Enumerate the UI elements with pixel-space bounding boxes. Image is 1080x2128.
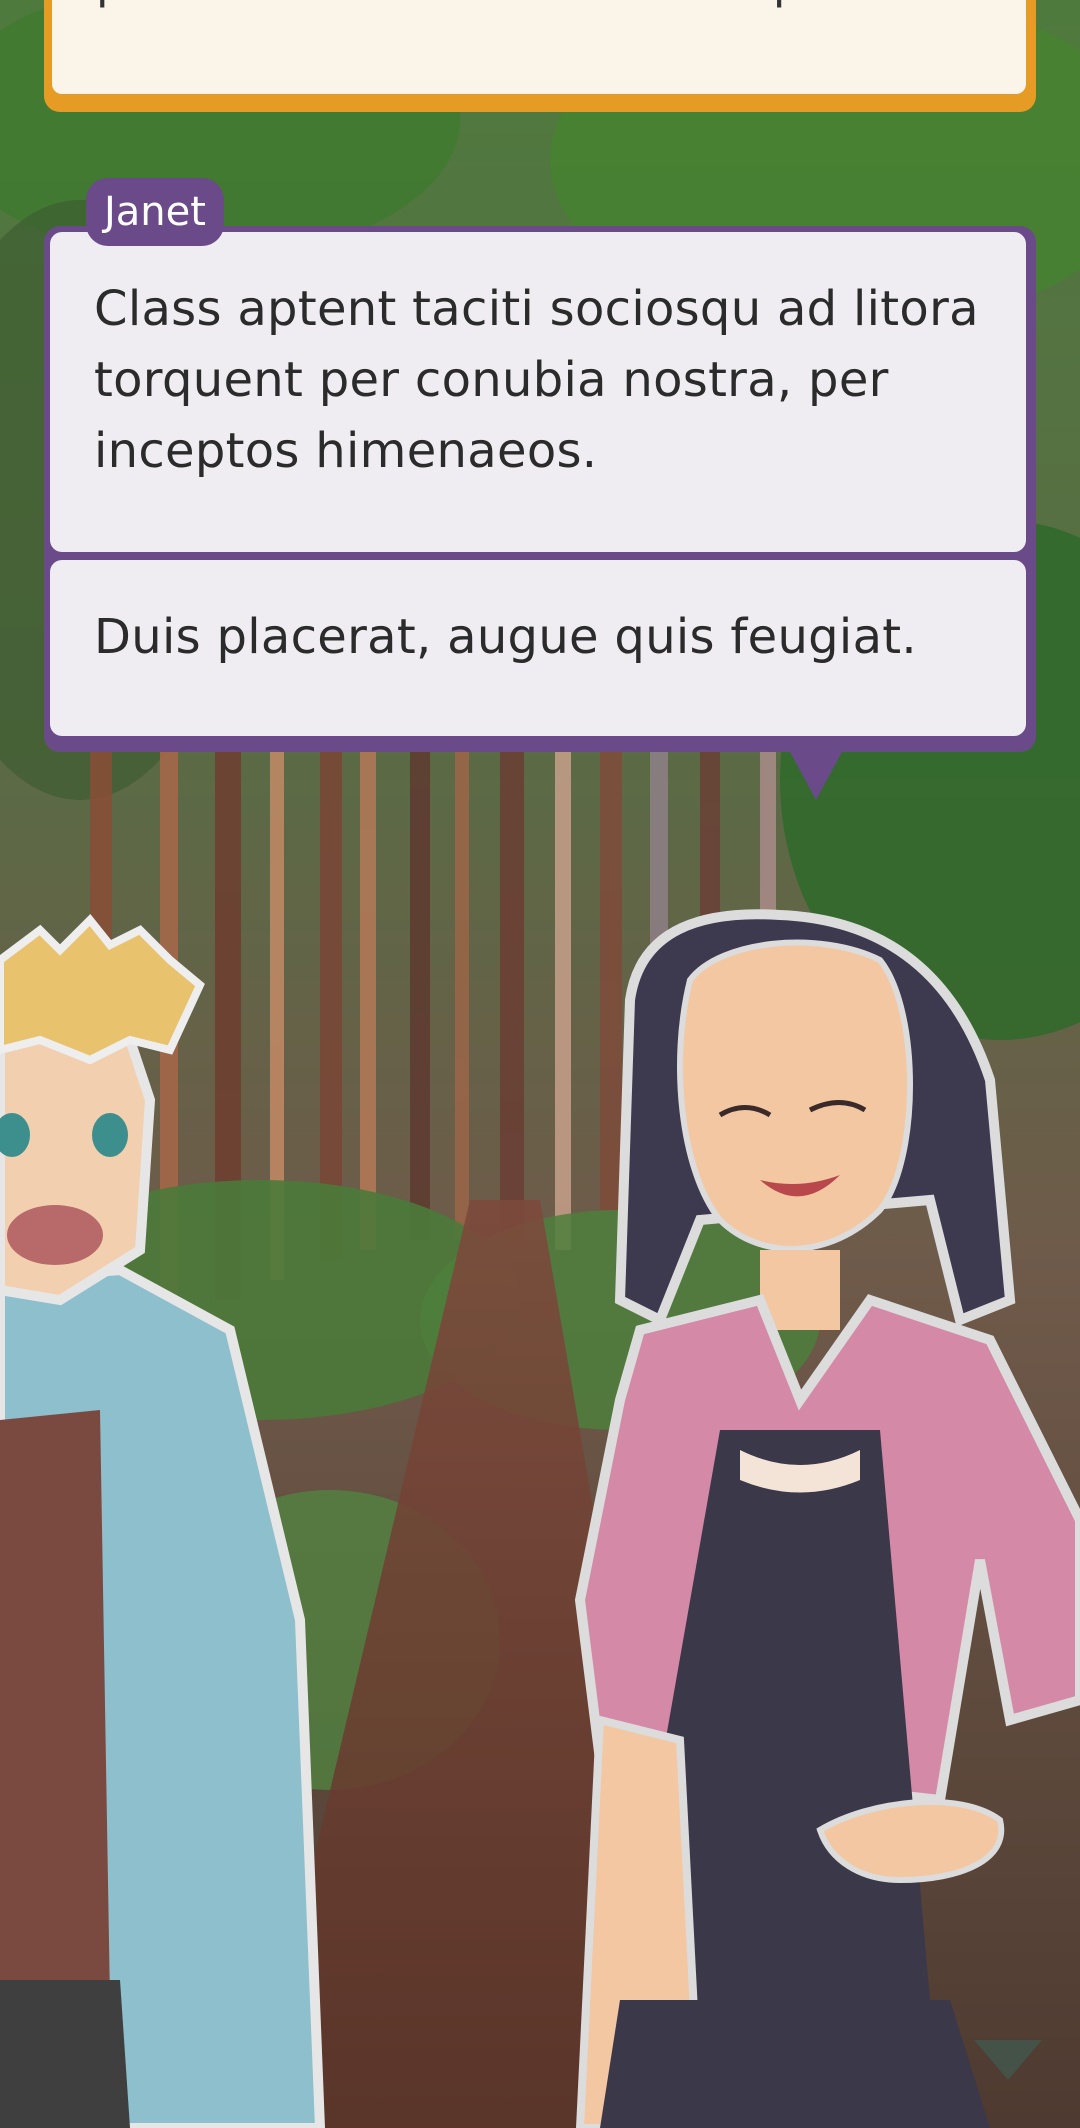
- dialogue-text-line-2: Duis placerat, augue quis feugiat.: [94, 609, 917, 665]
- dialogue-panel: Duis placerat, augue quis feugiat.: [50, 560, 1026, 736]
- dialogue-panel: Class aptent taciti sociosqu ad litora t…: [50, 232, 1026, 552]
- dialogue-text-line-1: Class aptent taciti sociosqu ad litora t…: [94, 281, 979, 479]
- speaker-name-tag: Janet: [86, 178, 224, 246]
- speech-bubble-tail: [790, 752, 842, 800]
- previous-dialogue-text: purus et dui vestibulum suscipit.: [96, 0, 982, 10]
- previous-dialogue-box: purus et dui vestibulum suscipit.: [44, 0, 1036, 112]
- dialogue-box[interactable]: Class aptent taciti sociosqu ad litora t…: [44, 226, 1036, 752]
- previous-dialogue-panel: purus et dui vestibulum suscipit.: [52, 0, 1026, 94]
- next-arrow-icon[interactable]: [974, 2040, 1042, 2080]
